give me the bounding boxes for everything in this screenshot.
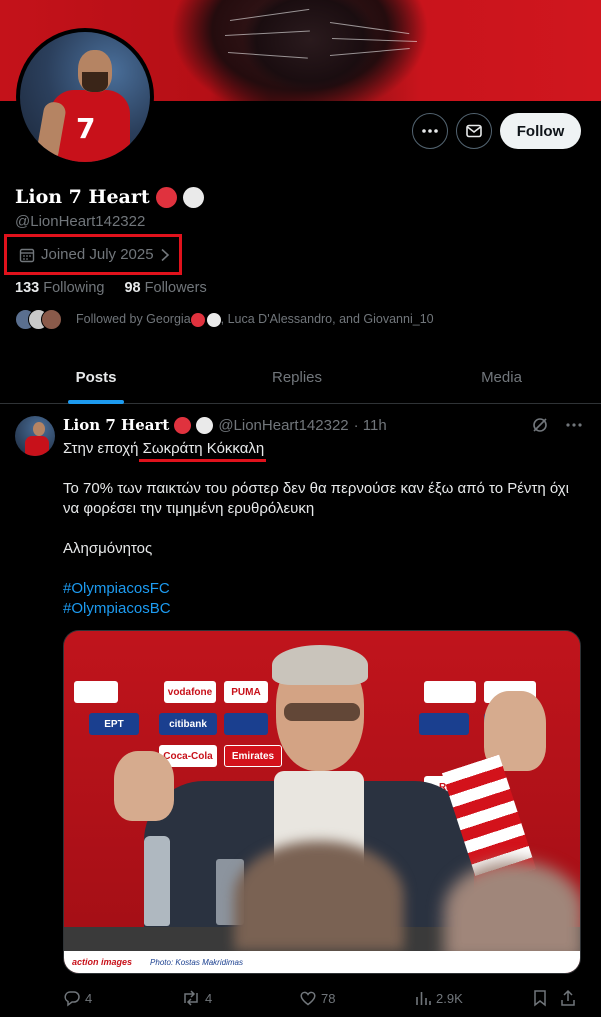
banner-whisker — [331, 38, 417, 42]
ellipsis-icon — [422, 129, 438, 133]
sponsor-logo: EPT — [89, 713, 139, 735]
banner-whisker — [227, 52, 308, 59]
chevron-right-icon — [161, 248, 169, 261]
white-circle-emoji — [182, 186, 204, 208]
bookmark-icon — [534, 990, 546, 1007]
photo-subject-glasses — [284, 703, 360, 721]
views-chart-icon — [416, 992, 431, 1005]
followers-count: 98 — [124, 280, 141, 296]
credit-logo: action images — [72, 957, 133, 967]
heart-icon — [300, 991, 316, 1006]
sponsor-logo: vodafone — [164, 681, 216, 703]
sponsor-logo: citibank — [159, 713, 217, 735]
post-author-handle[interactable]: @LionHeart142322 — [218, 417, 348, 434]
post-action-bar: 4 4 78 2.9K — [63, 988, 583, 1008]
followed-by-text: Followed by Georgia , Luca D'Alessandro, … — [76, 312, 434, 327]
like-button[interactable]: 78 — [299, 989, 414, 1007]
following-label: Following — [43, 280, 105, 296]
more-options-button[interactable] — [412, 113, 448, 149]
banner-whisker — [224, 30, 310, 36]
white-circle-emoji — [196, 416, 214, 434]
views-count: 2.9K — [436, 990, 463, 1006]
share-icon — [561, 989, 575, 1006]
repost-icon — [184, 990, 198, 1006]
photo-credit-bar: action images Photo: Kostas Makridimas — [64, 951, 580, 973]
post-top-actions — [531, 416, 583, 434]
post-line-1-prefix: Στην εποχή — [63, 440, 143, 457]
post-header: Lion 7 Heart @LionHeart142322 · 11h — [63, 416, 387, 434]
share-button[interactable] — [560, 989, 576, 1007]
post-paragraph-2: Το 70% των παικτών του ρόστερ δεν θα περ… — [63, 480, 569, 517]
followers-link[interactable]: 98 Followers — [124, 280, 206, 296]
followed-by-prefix: Followed by Georgia — [76, 312, 191, 327]
highlighted-name: Σωκράτη Κόκκαλη — [142, 440, 265, 457]
display-name-text: Lion 7 Heart — [15, 186, 150, 208]
following-link[interactable]: 133 Following — [15, 280, 104, 296]
post-paragraph-3: Αλησμόνητος — [63, 540, 153, 557]
like-count: 78 — [321, 990, 336, 1006]
tab-posts[interactable]: Posts — [0, 352, 192, 403]
post[interactable]: Lion 7 Heart @LionHeart142322 · 11h Στην… — [0, 404, 601, 1017]
red-circle-emoji — [190, 312, 205, 327]
envelope-icon — [466, 124, 482, 138]
post-author-name[interactable]: Lion 7 Heart — [63, 416, 169, 434]
tab-replies[interactable]: Replies — [192, 352, 402, 403]
bookmark-button[interactable] — [532, 989, 560, 1007]
post-image[interactable]: vodafone PUMA EPT citibank Coca-Cola Emi… — [63, 630, 581, 974]
hashtag-link[interactable]: #OlympiacosBC — [63, 599, 583, 619]
sponsor-logo — [224, 713, 268, 735]
followers-label: Followers — [144, 280, 207, 296]
profile-avatar[interactable]: 7 — [16, 28, 154, 166]
repost-count: 4 — [205, 990, 213, 1006]
joined-date-text: Joined July 2025 — [41, 246, 154, 263]
sponsor-logo — [419, 713, 469, 735]
sponsor-logo — [74, 681, 118, 703]
reply-button[interactable]: 4 — [63, 989, 181, 1007]
red-circle-emoji — [155, 186, 177, 208]
ellipsis-icon[interactable] — [565, 416, 583, 434]
photo-subject-hair — [272, 645, 368, 685]
calendar-icon — [19, 248, 35, 262]
avatar — [41, 309, 62, 330]
sponsor-logo — [424, 681, 476, 703]
hashtag-list: #OlympiacosFC #OlympiacosBC — [63, 579, 583, 619]
water-bottle — [144, 836, 170, 926]
avatar-image: 7 — [20, 32, 150, 162]
banner-whisker — [229, 8, 310, 21]
white-circle-emoji — [206, 312, 221, 327]
sponsor-logo: Emirates — [224, 745, 282, 767]
following-count: 133 — [15, 280, 40, 296]
banner-whisker — [329, 22, 410, 35]
post-body: Στην εποχή Σωκράτη Κόκκαλη Το 70% των πα… — [63, 439, 583, 619]
hashtag-link[interactable]: #OlympiacosFC — [63, 579, 583, 599]
grok-icon[interactable] — [531, 416, 549, 434]
photo-subject-hand — [114, 751, 174, 821]
post-avatar[interactable] — [15, 416, 55, 456]
post-line-1: Στην εποχή Σωκράτη Κόκκαλη — [63, 439, 583, 459]
reply-count: 4 — [85, 990, 93, 1006]
follow-stats: 133 Following 98 Followers — [15, 280, 207, 296]
joined-date-link[interactable]: Joined July 2025 — [4, 234, 182, 275]
followed-by-rest: , Luca D'Alessandro, and Giovanni_10 — [220, 312, 434, 327]
follower-avatars — [15, 309, 62, 330]
follow-button[interactable]: Follow — [500, 113, 581, 149]
banner-whisker — [329, 48, 410, 56]
tab-media[interactable]: Media — [402, 352, 601, 403]
profile-tabs: Posts Replies Media — [0, 352, 601, 404]
sponsor-logo: PUMA — [224, 681, 268, 703]
red-circle-emoji — [174, 416, 192, 434]
profile-handle: @LionHeart142322 — [15, 213, 146, 230]
post-time[interactable]: · 11h — [354, 417, 387, 434]
credit-text: Photo: Kostas Makridimas — [150, 957, 243, 967]
display-name: Lion 7 Heart — [15, 186, 204, 208]
foreground-blur — [444, 861, 580, 961]
message-button[interactable] — [456, 113, 492, 149]
followed-by[interactable]: Followed by Georgia , Luca D'Alessandro, … — [15, 309, 434, 330]
views-button[interactable]: 2.9K — [414, 989, 532, 1007]
repost-button[interactable]: 4 — [181, 989, 299, 1007]
reply-icon — [64, 991, 80, 1007]
foreground-blur — [234, 841, 404, 951]
